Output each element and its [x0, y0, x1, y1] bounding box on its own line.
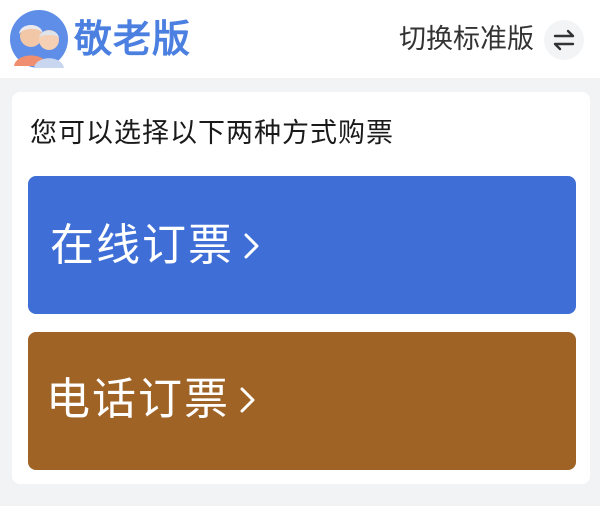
phone-booking-label: 电话订票 [46, 374, 230, 425]
purchase-options-subtitle: 您可以选择以下两种方式购票 [30, 118, 394, 149]
switch-standard-version-link[interactable]: 切换标准版 [399, 22, 534, 58]
elderly-couple-avatar-icon [10, 10, 68, 68]
header-bar: 敬老版 切换标准版 [0, 0, 600, 78]
online-booking-label: 在线订票 [50, 220, 234, 271]
brand-title: 敬老版 [74, 17, 192, 61]
chevron-right-icon [240, 387, 255, 413]
page: 敬老版 切换标准版 您可以选择以下两种方式购票 在线订票 电话订票 [0, 0, 600, 506]
swap-arrows-icon[interactable] [544, 20, 584, 60]
chevron-right-icon [244, 233, 259, 259]
online-booking-button[interactable]: 在线订票 [28, 176, 576, 314]
phone-booking-button[interactable]: 电话订票 [28, 332, 576, 470]
